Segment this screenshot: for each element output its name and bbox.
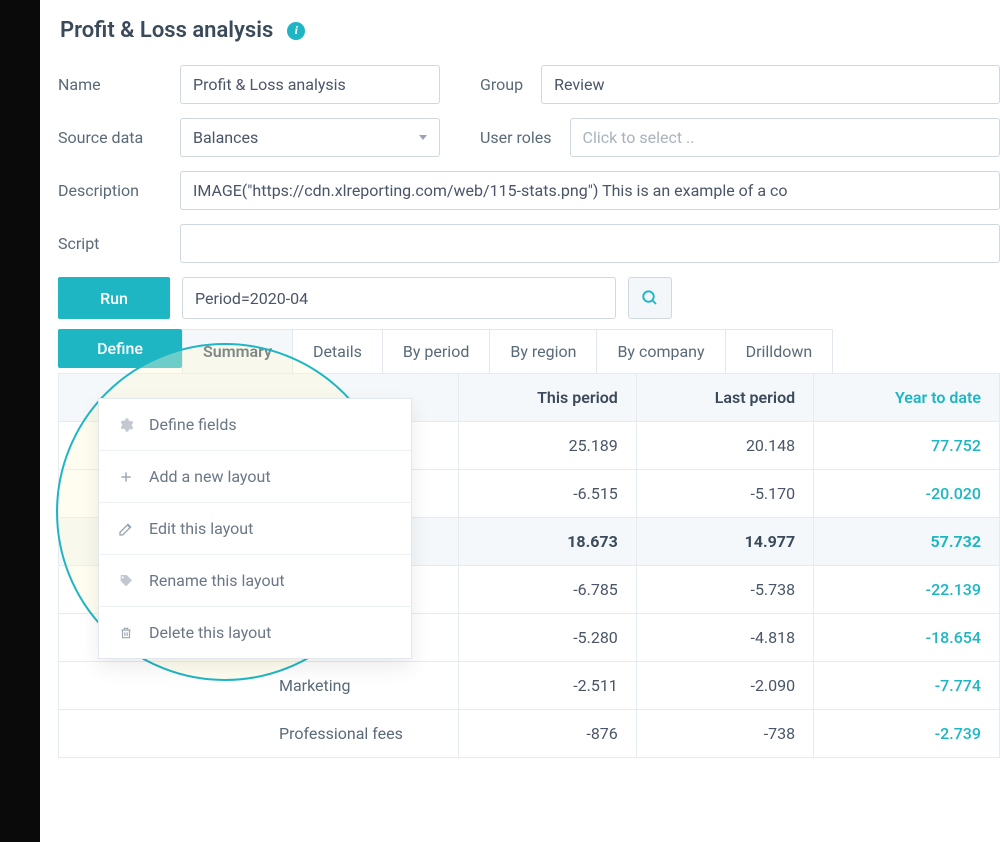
cell-ytd: -18.654	[814, 614, 1000, 662]
cell-last-period: 20.148	[636, 422, 813, 470]
table-row: Marketing-2.511-2.090-7.774	[59, 662, 1000, 710]
search-icon	[641, 289, 659, 307]
label-user-roles: User roles	[480, 128, 552, 147]
cell-this-period: -5.280	[459, 614, 637, 662]
cell-this-period: -6.515	[459, 470, 637, 518]
cell-ytd: -7.774	[814, 662, 1000, 710]
cell-last-period: -2.090	[636, 662, 813, 710]
cell-ytd: -20.020	[814, 470, 1000, 518]
define-button[interactable]: Define	[58, 329, 182, 368]
dropdown-label: Delete this layout	[149, 623, 271, 642]
user-roles-placeholder: Click to select ..	[583, 128, 695, 147]
label-source-data: Source data	[58, 128, 180, 147]
define-dropdown: Define fields Add a new layout Edit this…	[98, 398, 412, 659]
col-header-this-period: This period	[459, 374, 637, 422]
chevron-down-icon	[419, 135, 427, 140]
source-data-select[interactable]: Balances	[180, 118, 440, 157]
user-roles-select[interactable]: Click to select ..	[570, 118, 1000, 157]
info-icon[interactable]: i	[287, 22, 305, 40]
table-row: Professional fees-876-738-2.739	[59, 710, 1000, 758]
cell-this-period: 25.189	[459, 422, 637, 470]
page-title: Profit & Loss analysis	[60, 18, 273, 43]
cell-last-period: -738	[636, 710, 813, 758]
dropdown-label: Add a new layout	[149, 467, 271, 486]
cell-this-period: 18.673	[459, 518, 637, 566]
row-label: Professional fees	[59, 710, 459, 758]
tab-by-period[interactable]: By period	[383, 330, 490, 373]
dropdown-define-fields[interactable]: Define fields	[99, 399, 411, 451]
cell-this-period: -876	[459, 710, 637, 758]
tab-details[interactable]: Details	[293, 330, 383, 373]
col-header-last-period: Last period	[636, 374, 813, 422]
period-input[interactable]	[182, 277, 616, 319]
cell-ytd: 57.732	[814, 518, 1000, 566]
cell-last-period: -4.818	[636, 614, 813, 662]
label-script: Script	[58, 234, 180, 253]
group-input[interactable]	[541, 65, 1000, 104]
row-label: Marketing	[59, 662, 459, 710]
cell-ytd: -2.739	[814, 710, 1000, 758]
label-description: Description	[58, 181, 180, 200]
dropdown-label: Rename this layout	[149, 571, 285, 590]
run-button[interactable]: Run	[58, 277, 170, 319]
tabs: Summary Details By period By region By c…	[182, 329, 833, 373]
cell-last-period: -5.738	[636, 566, 813, 614]
tag-icon	[117, 573, 135, 589]
cell-ytd: -22.139	[814, 566, 1000, 614]
dropdown-delete-layout[interactable]: Delete this layout	[99, 607, 411, 658]
name-input[interactable]	[180, 65, 440, 104]
dropdown-edit-layout[interactable]: Edit this layout	[99, 503, 411, 555]
edit-icon	[117, 521, 135, 537]
source-data-value: Balances	[193, 128, 258, 147]
cell-this-period: -6.785	[459, 566, 637, 614]
script-input[interactable]	[180, 224, 1000, 263]
dropdown-rename-layout[interactable]: Rename this layout	[99, 555, 411, 607]
dropdown-label: Edit this layout	[149, 519, 253, 538]
description-input[interactable]	[180, 171, 1000, 210]
tab-summary[interactable]: Summary	[183, 330, 293, 373]
tab-by-company[interactable]: By company	[597, 330, 725, 373]
trash-icon	[117, 625, 135, 641]
label-group: Group	[480, 75, 523, 94]
col-header-ytd: Year to date	[814, 374, 1000, 422]
plus-icon	[117, 470, 135, 484]
label-name: Name	[58, 75, 180, 94]
search-button[interactable]	[628, 277, 672, 319]
tab-drilldown[interactable]: Drilldown	[726, 330, 833, 373]
dropdown-add-layout[interactable]: Add a new layout	[99, 451, 411, 503]
tab-by-region[interactable]: By region	[490, 330, 597, 373]
cell-this-period: -2.511	[459, 662, 637, 710]
cell-ytd: 77.752	[814, 422, 1000, 470]
cell-last-period: 14.977	[636, 518, 813, 566]
gear-icon	[117, 417, 135, 433]
dropdown-label: Define fields	[149, 415, 237, 434]
cell-last-period: -5.170	[636, 470, 813, 518]
